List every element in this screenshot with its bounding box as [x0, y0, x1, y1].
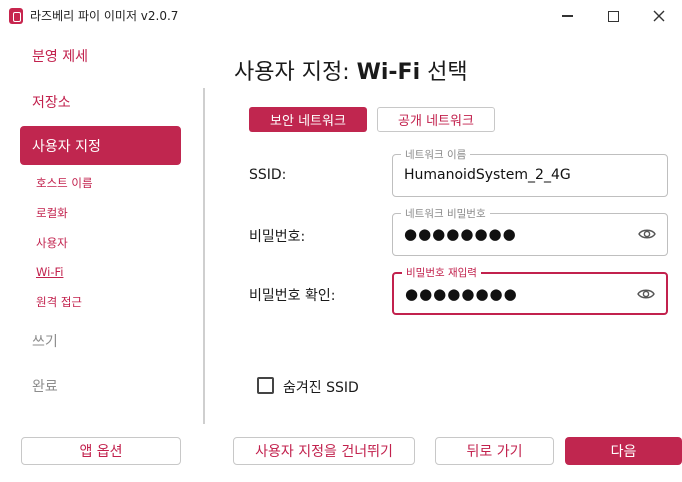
ssid-value: HumanoidSystem_2_4G: [404, 167, 571, 183]
sidebar-subitem-wifi[interactable]: Wi-Fi: [36, 265, 63, 279]
title-bar: 라즈베리 파이 이미저 v2.0.7: [0, 0, 682, 32]
eye-icon[interactable]: [637, 287, 655, 301]
page-title: 사용자 지정: Wi-Fi 선택: [234, 54, 468, 86]
confirm-password-legend: 비밀번호 재입력: [402, 265, 481, 280]
page-title-prefix: 사용자 지정:: [234, 60, 357, 85]
eye-icon[interactable]: [638, 227, 656, 241]
sidebar-subitem-hostname[interactable]: 호스트 이름: [36, 175, 93, 191]
sidebar-subitem-remote-access[interactable]: 원격 접근: [36, 294, 82, 310]
app-options-button[interactable]: 앱 옵션: [21, 437, 181, 465]
page-title-wifi: Wi-Fi: [356, 60, 421, 85]
app-logo-icon: [9, 8, 23, 24]
confirm-password-field[interactable]: 비밀번호 재입력 ●●●●●●●●: [392, 265, 668, 315]
minimize-icon: [561, 15, 573, 17]
sidebar-item-write: 쓰기: [32, 333, 58, 350]
sidebar-subitem-user[interactable]: 사용자: [36, 235, 68, 251]
maximize-button[interactable]: [590, 0, 636, 32]
confirm-password-label: 비밀번호 확인:: [249, 288, 336, 304]
ssid-field[interactable]: 네트워크 이름 HumanoidSystem_2_4G: [392, 147, 668, 197]
close-button[interactable]: [636, 0, 682, 32]
sidebar-divider: [203, 88, 205, 424]
sidebar: 분영 제세 저장소 사용자 지정 호스트 이름 로컬화 사용자 Wi-Fi 원격…: [0, 32, 205, 424]
password-legend: 네트워크 비밀번호: [401, 206, 490, 221]
next-button[interactable]: 다음: [565, 437, 682, 465]
hidden-ssid-label: 숨겨진 SSID: [283, 380, 359, 396]
tab-open-network[interactable]: 공개 네트워크: [377, 107, 495, 132]
sidebar-item-customize[interactable]: 사용자 지정: [20, 126, 181, 165]
password-field[interactable]: 네트워크 비밀번호 ●●●●●●●●: [392, 206, 668, 256]
window-title: 라즈베리 파이 이미저 v2.0.7: [30, 9, 179, 23]
skip-customization-button[interactable]: 사용자 지정을 건너뛰기: [233, 437, 415, 465]
confirm-password-value: ●●●●●●●●: [405, 285, 518, 303]
hidden-ssid-checkbox[interactable]: [257, 377, 274, 394]
tab-secure-network[interactable]: 보안 네트워크: [249, 107, 367, 132]
sidebar-item-done: 완료: [32, 378, 58, 395]
back-button[interactable]: 뒤로 가기: [435, 437, 554, 465]
sidebar-item-os[interactable]: 분영 제세: [20, 36, 181, 75]
page-title-suffix: 선택: [420, 60, 468, 85]
close-icon: [653, 10, 665, 22]
password-label: 비밀번호:: [249, 229, 306, 245]
minimize-button[interactable]: [544, 0, 590, 32]
sidebar-item-storage[interactable]: 저장소: [20, 82, 181, 121]
ssid-label: SSID:: [249, 167, 287, 183]
ssid-legend: 네트워크 이름: [401, 147, 471, 162]
sidebar-subitem-localisation[interactable]: 로컬화: [36, 205, 68, 221]
password-value: ●●●●●●●●: [404, 225, 517, 243]
maximize-icon: [607, 10, 619, 22]
